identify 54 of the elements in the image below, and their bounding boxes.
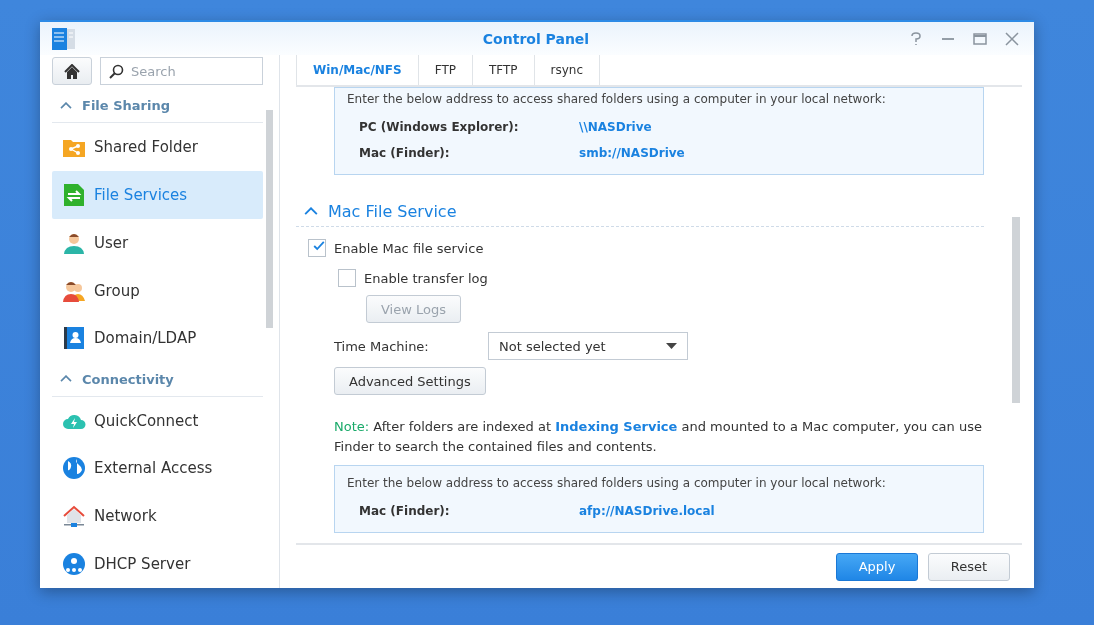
sidebar-item[interactable]: DHCP Server bbox=[52, 540, 263, 588]
advanced-settings-button[interactable]: Advanced Settings bbox=[334, 367, 486, 395]
sidebar-item[interactable]: Domain/LDAP bbox=[52, 314, 263, 363]
info-text: Enter the below address to access shared folders using a computer in your local network: bbox=[347, 476, 887, 490]
address-label: Mac (Finder): bbox=[359, 146, 451, 160]
close-icon bbox=[1005, 31, 1019, 46]
collapse-chevron-icon bbox=[60, 375, 72, 383]
file-services-icon bbox=[62, 183, 86, 208]
section-header[interactable]: Mac File Service bbox=[296, 197, 984, 227]
collapse-chevron-icon bbox=[304, 207, 318, 216]
tab[interactable]: Win/Mac/NFS bbox=[296, 55, 418, 85]
note-text: Note: After folders are indexed at Indexing Service and mounted to a Mac computer, you can use Finder to search the contained files and contents. bbox=[334, 418, 983, 456]
search-icon bbox=[109, 64, 124, 79]
scrollbar[interactable] bbox=[1012, 217, 1020, 403]
sidebar-item[interactable]: QuickConnect bbox=[52, 396, 263, 445]
home-button[interactable] bbox=[52, 57, 92, 85]
indexing-service-link[interactable]: Indexing Service bbox=[555, 419, 678, 434]
address-value: \\NASDrive bbox=[579, 120, 653, 134]
reset-button[interactable]: Reset bbox=[928, 552, 1010, 581]
dhcp-server-icon bbox=[62, 552, 86, 577]
scrollbar[interactable] bbox=[266, 110, 273, 328]
sidebar-group-header[interactable]: Connectivity bbox=[52, 362, 263, 397]
field-label: Time Machine: bbox=[334, 338, 430, 354]
collapse-chevron-icon bbox=[60, 102, 72, 110]
sidebar-item[interactable]: External Access bbox=[52, 444, 263, 493]
checkbox-label: Enable Mac file service bbox=[334, 240, 484, 256]
address-value: smb://NASDrive bbox=[579, 146, 686, 160]
tab[interactable]: FTP bbox=[417, 55, 472, 85]
search-field[interactable]: Search bbox=[100, 57, 263, 85]
sidebar-item[interactable]: Group bbox=[52, 266, 263, 315]
domain-icon bbox=[62, 326, 86, 351]
house-icon bbox=[62, 504, 86, 529]
tab[interactable]: TFTP bbox=[471, 55, 534, 85]
tab[interactable]: rsync bbox=[533, 55, 601, 85]
help-icon bbox=[910, 31, 922, 46]
sidebar-item[interactable]: Network bbox=[52, 492, 263, 541]
window-title: Control Panel bbox=[481, 30, 591, 47]
minimize-icon bbox=[941, 36, 955, 41]
address-label: Mac (Finder): bbox=[359, 504, 451, 518]
checkbox[interactable] bbox=[308, 239, 326, 257]
maximize-icon bbox=[973, 32, 987, 45]
checkbox-label: Enable transfer log bbox=[364, 270, 488, 286]
address-value: afp://NASDrive.local bbox=[579, 504, 716, 518]
info-text: Enter the below address to access shared folders using a computer in your local network: bbox=[347, 92, 887, 106]
sidebar-item[interactable]: Shared Folder bbox=[52, 123, 263, 172]
time-machine-dropdown[interactable]: Not selected yet bbox=[488, 332, 688, 360]
checkbox[interactable] bbox=[338, 269, 356, 287]
address-label: PC (Windows Explorer): bbox=[359, 120, 520, 134]
app-logo-icon bbox=[52, 27, 76, 50]
sidebar-group-header[interactable]: File Sharing bbox=[52, 89, 263, 124]
caret-icon bbox=[666, 343, 677, 349]
home-icon bbox=[64, 63, 80, 79]
sidebar-item[interactable]: User bbox=[52, 219, 263, 267]
globe-icon bbox=[62, 456, 86, 481]
